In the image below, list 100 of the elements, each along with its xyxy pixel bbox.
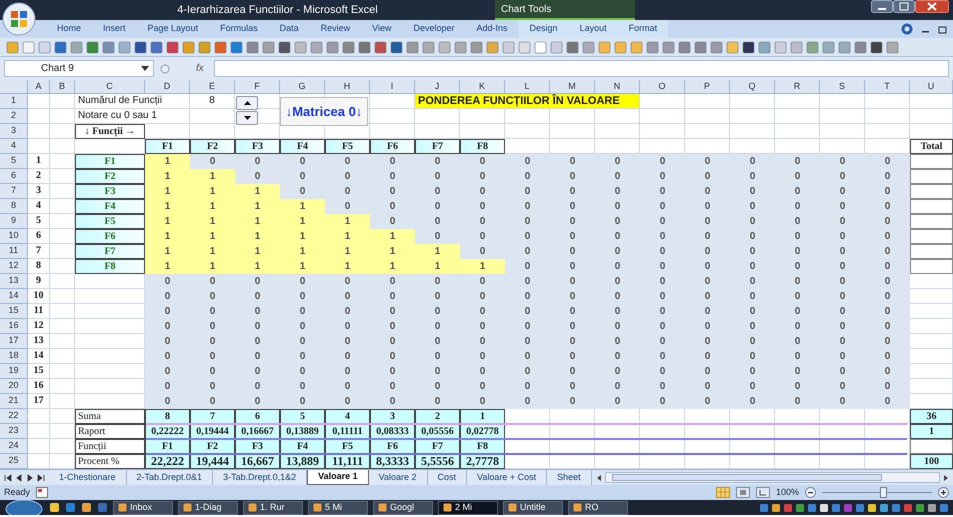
circle-icon[interactable] xyxy=(160,62,170,74)
column-header[interactable]: F xyxy=(235,80,280,94)
spin-up-button[interactable] xyxy=(236,96,258,110)
function-button[interactable]: fx xyxy=(196,61,204,76)
app-icon[interactable] xyxy=(81,502,92,513)
ribbon-tab[interactable]: Layout xyxy=(568,20,618,38)
zoom-slider-thumb[interactable] xyxy=(880,487,886,498)
column-header[interactable]: R xyxy=(775,80,820,94)
row-header[interactable]: 12 xyxy=(0,259,28,274)
toolbar-icon[interactable] xyxy=(390,40,403,54)
row-header[interactable]: 5 xyxy=(0,154,28,169)
column-header[interactable]: A xyxy=(28,80,50,94)
row-header[interactable]: 22 xyxy=(0,409,28,424)
ribbon-tab[interactable]: Formulas xyxy=(209,20,269,38)
minimize-icon[interactable] xyxy=(871,0,893,13)
taskbar-button[interactable]: 2 Mi xyxy=(438,500,498,514)
help-icon[interactable] xyxy=(901,23,913,35)
ribbon-tab[interactable]: Add-Ins xyxy=(466,20,519,38)
toolbar-icon[interactable] xyxy=(870,40,883,54)
ribbon-tab[interactable]: Insert xyxy=(92,20,137,38)
column-header[interactable]: T xyxy=(865,80,910,94)
close-icon[interactable] xyxy=(915,0,949,13)
arrow-right-icon[interactable] xyxy=(26,474,34,482)
sheet-tab[interactable]: Valoare 1 xyxy=(307,470,369,485)
row-header[interactable]: 15 xyxy=(0,304,28,319)
zoom-in-icon[interactable] xyxy=(938,487,949,498)
row-header[interactable]: 4 xyxy=(0,139,28,154)
arrow-right-icon[interactable] xyxy=(37,474,45,482)
arrow-right-icon[interactable] xyxy=(943,474,949,482)
row-header[interactable]: 6 xyxy=(0,169,28,184)
ribbon-tab[interactable]: Review xyxy=(310,20,362,38)
ribbon-tab[interactable]: Data xyxy=(268,20,310,38)
taskbar-button[interactable]: Untitle xyxy=(503,500,563,514)
row-header[interactable]: 20 xyxy=(0,379,28,394)
column-header[interactable]: N xyxy=(595,80,640,94)
toolbar-icon[interactable] xyxy=(742,40,755,54)
sheet-tab[interactable]: 3-Tab.Drept.0,1&2 xyxy=(213,470,308,485)
row-header[interactable]: 13 xyxy=(0,274,28,289)
sheet-tab[interactable]: Valoare + Cost xyxy=(467,470,548,485)
ribbon-tab[interactable]: Page Layout xyxy=(136,20,210,38)
normal-view-icon[interactable] xyxy=(716,487,730,498)
arrow-left-icon[interactable] xyxy=(4,474,12,482)
column-header[interactable]: C xyxy=(75,80,145,94)
start-button-icon[interactable] xyxy=(4,500,44,515)
sheet-tab[interactable]: Cost xyxy=(428,470,468,485)
row-header[interactable]: 10 xyxy=(0,229,28,244)
ribbon-tab[interactable]: Format xyxy=(618,20,668,38)
row-header[interactable]: 23 xyxy=(0,424,28,439)
column-header[interactable]: E xyxy=(190,80,235,94)
page-layout-icon[interactable] xyxy=(736,487,750,498)
column-header[interactable]: S xyxy=(820,80,865,94)
row-header[interactable]: 21 xyxy=(0,394,28,409)
row-header[interactable]: 3 xyxy=(0,124,28,139)
column-header[interactable]: K xyxy=(460,80,505,94)
row-header[interactable]: 11 xyxy=(0,244,28,259)
row-header[interactable]: 19 xyxy=(0,364,28,379)
arrow-left-icon[interactable] xyxy=(596,474,602,482)
restore-icon[interactable] xyxy=(938,24,947,34)
app-icon[interactable] xyxy=(49,502,60,513)
caret-icon[interactable] xyxy=(141,66,149,72)
macro-record-icon[interactable] xyxy=(36,487,48,498)
row-header[interactable]: 24 xyxy=(0,439,28,454)
office-button-icon[interactable] xyxy=(2,2,36,36)
column-header[interactable]: H xyxy=(325,80,370,94)
spin-down-button[interactable] xyxy=(236,111,258,125)
matrix-button[interactable]: ↓Matricea 0↓ xyxy=(280,97,368,126)
taskbar-button[interactable]: 1-Diag xyxy=(178,500,238,514)
scrollbar-thumb[interactable] xyxy=(612,474,882,481)
column-header[interactable]: L xyxy=(505,80,550,94)
taskbar-button[interactable]: 5 Mi xyxy=(308,500,368,514)
column-header[interactable]: O xyxy=(640,80,685,94)
row-header[interactable]: 17 xyxy=(0,334,28,349)
row-header[interactable]: 14 xyxy=(0,289,28,304)
column-header[interactable]: J xyxy=(415,80,460,94)
ribbon-tab[interactable]: View xyxy=(361,20,402,38)
sheet-tab[interactable]: 2-Tab.Drept.0&1 xyxy=(126,470,214,485)
toolbar-icon[interactable] xyxy=(134,40,147,54)
scrollbar[interactable] xyxy=(604,472,940,483)
toolbar-icon[interactable] xyxy=(278,40,291,54)
taskbar-button[interactable]: Googl xyxy=(373,500,433,514)
taskbar-button[interactable]: 1. Rur xyxy=(243,500,303,514)
maximize-icon[interactable] xyxy=(893,0,915,13)
name-box[interactable]: Chart 9 xyxy=(4,60,154,77)
sheet-tab[interactable]: Sheet xyxy=(547,470,592,485)
zoom-out-icon[interactable] xyxy=(805,487,816,498)
formula-field[interactable] xyxy=(214,60,949,77)
column-header[interactable]: B xyxy=(50,80,75,94)
row-header[interactable]: 16 xyxy=(0,319,28,334)
row-header[interactable]: 25 xyxy=(0,454,28,469)
ribbon-tab[interactable]: Developer xyxy=(402,20,466,38)
page-break-icon[interactable] xyxy=(756,487,770,498)
row-header[interactable]: 2 xyxy=(0,109,28,124)
sheet-tab[interactable]: Valoare 2 xyxy=(368,470,428,485)
row-header[interactable]: 9 xyxy=(0,214,28,229)
ribbon-tab[interactable]: Home xyxy=(46,20,92,38)
column-header[interactable]: M xyxy=(550,80,595,94)
column-header[interactable]: G xyxy=(280,80,325,94)
column-header[interactable]: I xyxy=(370,80,415,94)
row-header[interactable]: 8 xyxy=(0,199,28,214)
sheet-tab[interactable]: 1-Chestionare xyxy=(49,470,127,485)
